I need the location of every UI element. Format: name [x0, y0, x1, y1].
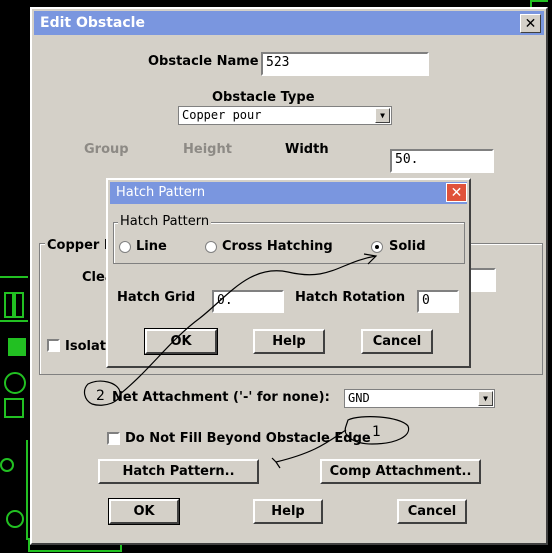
hatch-grid-input[interactable]: 0.: [212, 290, 284, 313]
width-input[interactable]: 50.: [390, 149, 494, 173]
hatch-rotation-label: Hatch Rotation: [295, 290, 406, 305]
hatch-rotation-input[interactable]: 0: [417, 290, 459, 313]
do-not-fill-checkbox[interactable]: [107, 432, 120, 445]
close-icon[interactable]: ✕: [520, 14, 541, 33]
pcb-pad: [4, 398, 24, 418]
net-attachment-value: GND: [348, 391, 370, 405]
pcb-pad: [4, 372, 26, 394]
line-radio[interactable]: [119, 241, 131, 253]
dialog-title: Edit Obstacle: [40, 15, 145, 31]
do-not-fill-label: Do Not Fill Beyond Obstacle Edge: [125, 431, 371, 446]
net-attachment-select[interactable]: GND ▼: [344, 389, 495, 408]
hatch-help-button[interactable]: Help: [253, 329, 325, 354]
cross-hatching-option-label: Cross Hatching: [222, 239, 333, 254]
group-label: Group: [84, 142, 129, 157]
dialog-titlebar: Edit Obstacle: [34, 11, 544, 35]
hatch-titlebar: Hatch Pattern: [110, 182, 467, 204]
pcb-pad: [6, 510, 24, 528]
comp-attachment-button[interactable]: Comp Attachment..: [320, 459, 481, 484]
chevron-down-icon[interactable]: ▼: [478, 391, 493, 406]
hatch-pattern-group-label: Hatch Pattern: [118, 214, 212, 229]
hatch-pattern-dialog: Hatch Pattern ✕ Hatch Pattern Line Cross…: [106, 178, 471, 368]
cancel-button[interactable]: Cancel: [397, 499, 467, 524]
obstacle-type-select[interactable]: Copper pour ▼: [178, 106, 392, 125]
obstacle-name-label: Obstacle Name: [148, 54, 259, 69]
hatch-cancel-button[interactable]: Cancel: [361, 329, 433, 354]
height-label: Height: [183, 142, 232, 157]
pcb-pad: [8, 338, 26, 356]
solid-radio[interactable]: [371, 241, 383, 253]
cross-hatching-radio[interactable]: [205, 241, 217, 253]
pcb-trace: [14, 292, 24, 318]
hatch-grid-label: Hatch Grid: [117, 290, 196, 305]
help-button[interactable]: Help: [253, 499, 323, 524]
solid-option-label: Solid: [389, 239, 426, 254]
isolate-checkbox[interactable]: [47, 339, 60, 352]
line-option-label: Line: [136, 239, 167, 254]
net-attachment-label: Net Attachment ('-' for none):: [112, 390, 330, 405]
hatch-pattern-button[interactable]: Hatch Pattern..: [98, 459, 259, 484]
width-label: Width: [285, 142, 329, 157]
obstacle-name-input[interactable]: 523: [261, 52, 429, 76]
ok-button[interactable]: OK: [108, 498, 180, 525]
pcb-trace: [4, 292, 14, 318]
obstacle-type-label: Obstacle Type: [212, 90, 315, 105]
copper-pour-group-label: Copper P: [45, 238, 116, 253]
obstacle-type-value: Copper pour: [182, 108, 262, 122]
pcb-pad: [0, 458, 14, 472]
hatch-ok-button[interactable]: OK: [144, 328, 218, 355]
chevron-down-icon[interactable]: ▼: [375, 108, 390, 123]
close-icon[interactable]: ✕: [446, 183, 467, 202]
hatch-dialog-title: Hatch Pattern: [116, 185, 206, 200]
